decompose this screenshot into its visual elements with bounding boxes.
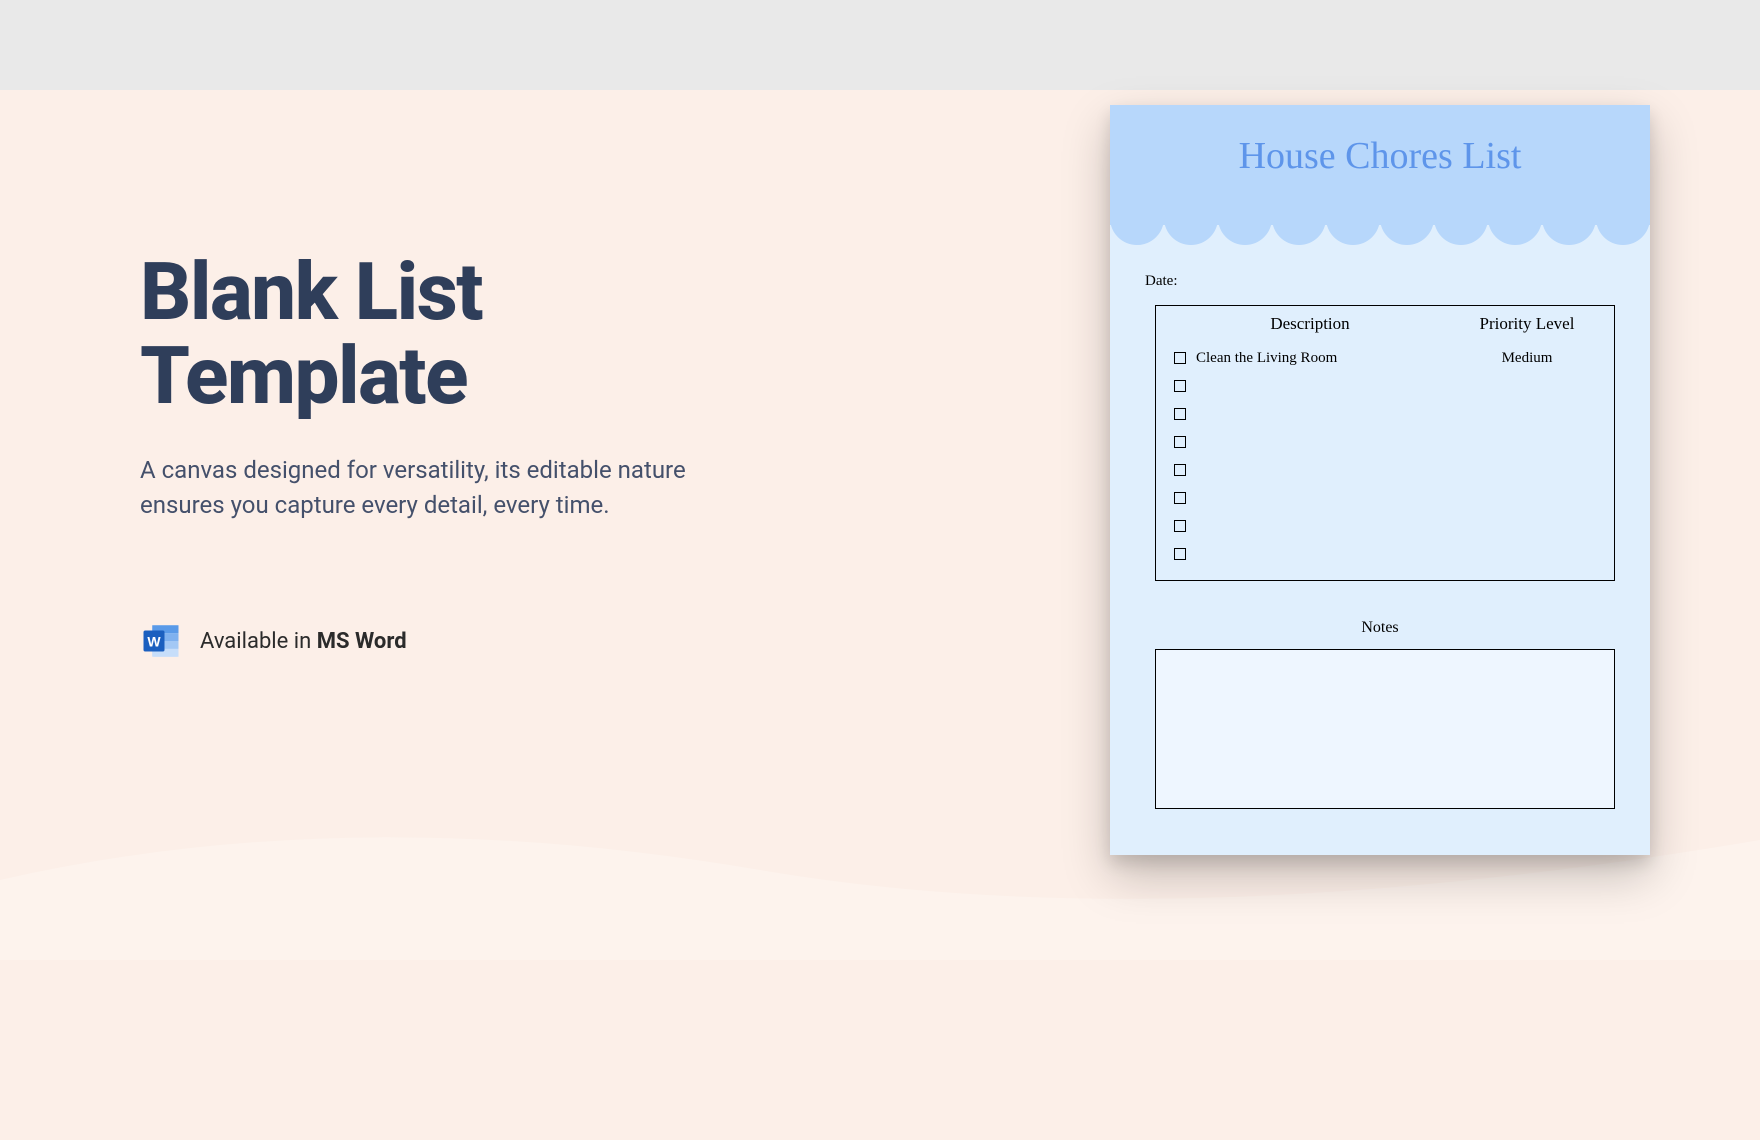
table-row [1168, 428, 1602, 456]
chore-description: Clean the Living Room [1196, 350, 1452, 367]
preview-title: House Chores List [1239, 134, 1522, 178]
date-label: Date: [1145, 273, 1615, 290]
preview-body: Date: Description Priority Level Clean t… [1110, 225, 1650, 829]
table-row [1168, 512, 1602, 540]
table-row [1168, 456, 1602, 484]
preview-header: House Chores List [1110, 105, 1650, 225]
availability-text: Available in MS Word [200, 629, 407, 654]
checkbox-icon [1174, 352, 1186, 364]
chore-priority: Medium [1452, 350, 1602, 367]
checkbox-icon [1174, 548, 1186, 560]
hero-content: Blank List Template A canvas designed fo… [140, 250, 760, 523]
checkbox-icon [1174, 380, 1186, 392]
top-bar [0, 0, 1760, 90]
scallop-decoration [1110, 205, 1650, 245]
table-row: Clean the Living Room Medium [1168, 344, 1602, 372]
checkbox-icon [1174, 464, 1186, 476]
table-header-row: Description Priority Level [1168, 314, 1602, 334]
table-row [1168, 540, 1602, 568]
notes-box [1155, 649, 1615, 809]
column-description: Description [1168, 314, 1452, 334]
page-title: Blank List Template [140, 250, 760, 418]
msword-icon: W [140, 620, 182, 662]
checkbox-icon [1174, 436, 1186, 448]
availability-app: MS Word [317, 629, 407, 654]
notes-label: Notes [1145, 619, 1615, 637]
checkbox-icon [1174, 492, 1186, 504]
table-row [1168, 484, 1602, 512]
checkbox-icon [1174, 408, 1186, 420]
checkbox-icon [1174, 520, 1186, 532]
availability-row: W Available in MS Word [140, 620, 407, 662]
column-priority: Priority Level [1452, 314, 1602, 334]
svg-text:W: W [147, 633, 161, 649]
template-preview: House Chores List Date: Description Prio… [1110, 105, 1650, 855]
table-row [1168, 372, 1602, 400]
table-row [1168, 400, 1602, 428]
chores-table: Description Priority Level Clean the Liv… [1155, 305, 1615, 581]
page-subtitle: A canvas designed for versatility, its e… [140, 453, 730, 523]
availability-prefix: Available in [200, 629, 317, 654]
